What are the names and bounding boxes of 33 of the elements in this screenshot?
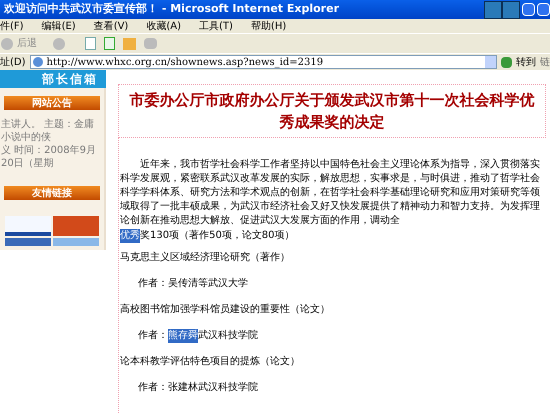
author-label: 作者：	[138, 277, 168, 291]
menu-item[interactable]: 编辑(E)	[42, 18, 76, 34]
author-text: 吴传清等武汉大学	[168, 277, 248, 291]
work-title: 高校图书馆加强学科馆员建设的重要性（论文）	[120, 303, 330, 317]
menu-item[interactable]: 帮助(H)	[250, 18, 286, 34]
selected-text: 熊存舜	[168, 329, 198, 343]
work-title: 论本科教学评估特色项目的提炼（论文）	[120, 355, 300, 369]
address-label: 址(D)	[0, 56, 26, 70]
maximize-icon[interactable]	[537, 3, 550, 16]
menu-item[interactable]: 工具(T)	[199, 18, 233, 34]
notice-text[interactable]: 主讲人。 主题：金庸小说中的侠	[1, 118, 103, 144]
work-title: 马克思主义区域经济理论研究（著作）	[120, 251, 290, 265]
link-logo[interactable]	[5, 216, 51, 236]
links-header: 友情链接	[4, 186, 100, 200]
notice-header: 网站公告	[4, 96, 100, 110]
menu-item[interactable]: 查看(V)	[94, 18, 128, 34]
dropdown-icon[interactable]	[485, 56, 496, 68]
links-label[interactable]: 链	[540, 54, 550, 70]
menu-item[interactable]: 件(F)	[0, 18, 24, 34]
window-title: 欢迎访问中共武汉市委宣传部！ - Microsoft Internet Explorer	[2, 1, 340, 18]
article-paragraph: 近年来，我市哲学社会科学工作者坚持以中国特色社会主义理论体系为指导，深入贯彻落实科学发展观，紧密联系武汉改革发展的实际，解放思想，实事求是，与时俱进，推动了哲学社会科学学科体系、研究方法和学术观点的创新，在哲学社会科学基础理论研究和应用对策研究等领域取得了一批丰硕成果，为武汉市经济社会又好又快发展提供了精神动力和智力支持。为发挥理论创新在推动思想大解放、促进武汉大发展方面的作用，调动全	[120, 158, 541, 228]
menu-item[interactable]: 收藏(A)	[146, 18, 181, 34]
minimize-icon[interactable]	[522, 3, 535, 16]
summary-text: 奖130项（著作50项，论文80项）	[140, 229, 295, 243]
selected-text: 优秀	[120, 229, 140, 243]
article-title: 市委办公厅市政府办公厅关于颁发武汉市第十一次社会科学优秀成果奖的决定	[128, 90, 536, 133]
author-label: 作者：	[138, 329, 168, 343]
author-text: 武汉科技学院	[198, 329, 258, 343]
go-button[interactable]: 转到	[501, 54, 536, 70]
notice-text[interactable]: 义 时间：2008年9月20日（星期	[1, 144, 103, 170]
address-field[interactable]: http://www.whxc.org.cn/shownews.asp?news_id=2319	[30, 55, 497, 69]
author-text: 张建林武汉科技学院	[168, 381, 258, 395]
author-label: 作者：	[138, 381, 168, 395]
